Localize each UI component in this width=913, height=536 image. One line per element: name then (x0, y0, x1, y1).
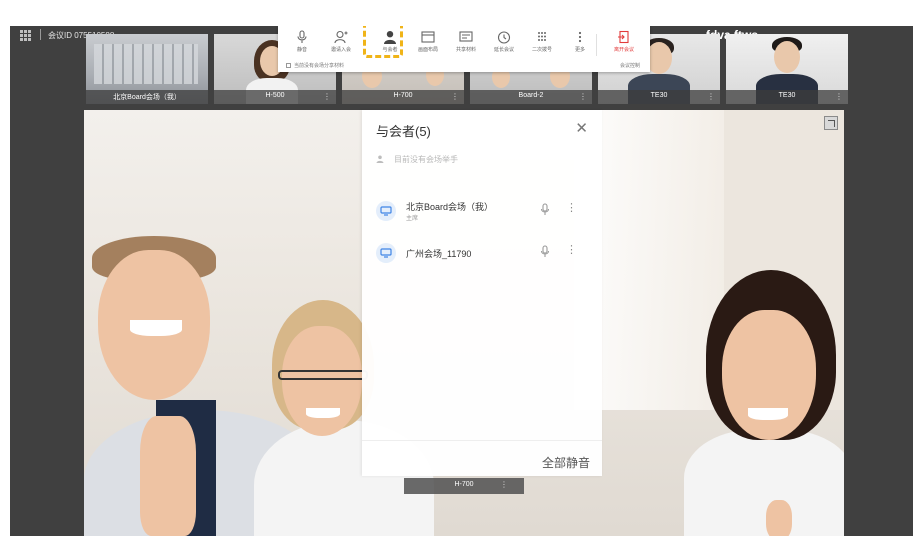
mute-all-button[interactable]: 全部静音 (542, 454, 590, 471)
user-icon (376, 155, 384, 163)
close-icon[interactable]: ✕ (575, 119, 588, 137)
more-icon[interactable]: ⋮ (566, 243, 577, 256)
checkbox[interactable] (286, 63, 291, 68)
divider (596, 34, 597, 56)
microphone-icon[interactable] (540, 245, 550, 258)
fullscreen-button[interactable] (824, 116, 838, 130)
more-icon[interactable]: ⋮ (566, 201, 577, 214)
conference-window: 会议ID 075510588 fdva ftws 北京Board会场（我） H-… (10, 26, 913, 536)
dialpad-icon (538, 32, 546, 41)
leave-meeting-button[interactable]: 离开会议 (606, 30, 642, 60)
extend-meeting-button[interactable]: 延长会议 (486, 30, 522, 60)
participant-name: 北京Board会场（我） (406, 202, 494, 212)
raise-hand-tip: 目前没有会场举手 (376, 154, 458, 165)
share-button[interactable]: 共享材料 (448, 30, 484, 60)
participant-role: 主席 (406, 216, 419, 222)
microphone-icon[interactable] (540, 203, 550, 216)
divider (362, 440, 602, 441)
dialpad-button[interactable]: 二次拨号 (524, 30, 560, 60)
highlight-box (363, 26, 403, 58)
share-icon (459, 31, 473, 42)
clock-icon (497, 31, 511, 44)
thumbnail-label: TE30 ⋮ (726, 90, 848, 104)
layout-button[interactable]: 画面布局 (410, 30, 446, 60)
panel-title: 与会者(5) (376, 124, 431, 139)
microphone-icon (297, 30, 307, 43)
thumbnail-label: H-700 ⋮ (342, 90, 464, 104)
terminal-icon (376, 243, 396, 263)
participants-panel: 与会者(5) ✕ 目前没有会场举手 北京Board会场（我） 主席 ⋮ 广州会场… (362, 110, 602, 476)
mute-button[interactable]: 静音 (284, 30, 320, 60)
share-hint: 当前没有会场分享材料 (286, 62, 344, 69)
participant-row[interactable]: 广州会场_11790 ⋮ (362, 236, 602, 270)
thumbnail-video[interactable]: 北京Board会场（我） (86, 34, 208, 104)
participant-row[interactable]: 北京Board会场（我） 主席 ⋮ (362, 194, 602, 228)
thumbnail-label: Board-2 ⋮ (470, 90, 592, 104)
divider (40, 29, 41, 40)
terminal-icon (376, 201, 396, 221)
meeting-control-link[interactable]: 会议控制 (620, 62, 640, 69)
thumbnail-label: TE30 ⋮ (598, 90, 720, 104)
invite-button[interactable]: 邀请入会 (323, 30, 359, 60)
main-video-caption: H-700 ⋮ (404, 478, 524, 494)
thumbnail-label: H-500 ⋮ (214, 90, 336, 104)
layout-icon (421, 31, 435, 43)
invite-user-icon (334, 30, 348, 44)
leave-icon (618, 30, 629, 44)
more-button[interactable]: 更多 (562, 30, 598, 60)
more-icon (578, 31, 582, 43)
participant-name: 广州会场_11790 (406, 249, 472, 259)
person-right (684, 270, 844, 536)
thumbnail-label: 北京Board会场（我） (86, 90, 208, 104)
apps-grid-icon[interactable] (20, 30, 31, 41)
thumbnail-video[interactable]: TE30 ⋮ (726, 34, 848, 104)
meeting-toolbar: 静音 邀请入会 与会者 画面布局 共享材料 延长会议 二次拨号 更多 离开会议 … (278, 26, 650, 72)
